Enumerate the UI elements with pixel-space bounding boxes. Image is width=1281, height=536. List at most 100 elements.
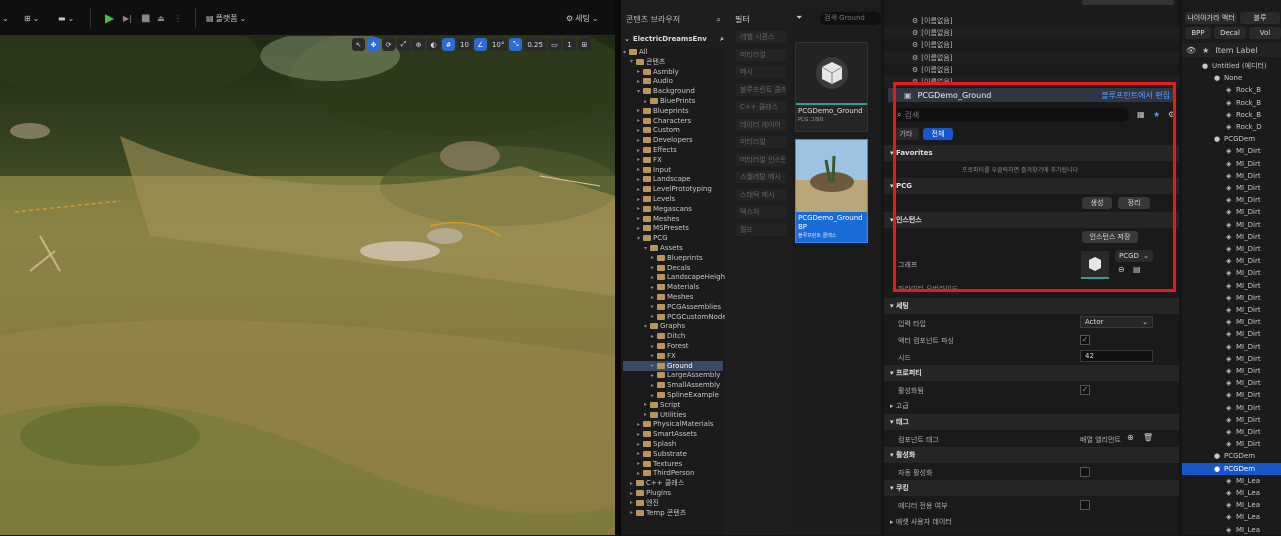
tree-folder[interactable]: ▸ C++ 클래스 <box>623 478 684 488</box>
section-pcg[interactable]: ▾ PCG <box>884 178 1179 194</box>
section-properties[interactable]: ▾ 프로퍼티 <box>884 365 1179 381</box>
component-row[interactable]: ⚙ [이름없음] <box>884 27 1179 40</box>
cleanup-button[interactable]: 정리 <box>1118 197 1150 209</box>
tree-folder[interactable]: ▸ Splash <box>623 439 676 449</box>
tree-folder[interactable]: ▸ PhysicalMaterials <box>623 419 714 429</box>
tree-folder[interactable]: ▸ Blueprints <box>623 106 689 116</box>
tree-folder[interactable]: ▸ LevelPrototyping <box>623 184 712 194</box>
outliner-row[interactable]: ● None <box>1182 72 1281 84</box>
filter-chip[interactable]: 레벨 시퀀스 <box>736 31 786 43</box>
camera-speed-icon[interactable]: ▭ <box>547 38 561 51</box>
component-row[interactable]: ⚙ [이름없음] <box>884 76 1179 88</box>
tree-folder[interactable]: ▸ Ground <box>623 360 723 371</box>
outliner-row[interactable]: ● Untitled (에디터) <box>1182 60 1281 72</box>
filter-chip[interactable]: 머티리얼 인스턴스 <box>736 153 786 166</box>
outliner-row[interactable]: ◈ MI_Dirt <box>1182 389 1281 401</box>
component-row[interactable]: ⚙ [이름없음] <box>884 51 1179 64</box>
browse-arrow-icon[interactable]: ⊖ <box>1118 265 1125 274</box>
filter-chip[interactable]: 머티리얼 <box>736 48 786 61</box>
activated-checkbox[interactable]: ✓ <box>1080 385 1090 395</box>
tree-folder[interactable]: ▸ Input <box>623 165 671 175</box>
scale-icon[interactable]: ⤢ <box>397 38 410 51</box>
scale-snap-icon[interactable]: ⤡ <box>509 38 523 51</box>
add-element-icon[interactable]: ⊕ <box>1127 433 1134 442</box>
outliner-row[interactable]: ◈ MI_Dirt <box>1182 206 1281 218</box>
outliner-row[interactable]: ◈ MI_Dirt <box>1182 145 1281 157</box>
tree-folder[interactable]: ▾ Graphs <box>623 321 685 331</box>
tree-folder[interactable]: ▸ Plugins <box>623 488 671 498</box>
asset-search-input[interactable]: 검색 Ground <box>820 12 881 25</box>
edit-in-blueprint-link[interactable]: 블루프린트에서 편집 <box>1101 90 1170 101</box>
tree-folder[interactable]: ▸ Forest <box>623 341 688 351</box>
layout-grid-icon[interactable]: ⊞ <box>577 38 591 51</box>
trash-icon[interactable]: 🗑 <box>1143 433 1153 442</box>
eye-icon[interactable]: 👁 <box>1186 46 1196 55</box>
tree-folder[interactable]: ▸ 엔진 <box>623 498 659 508</box>
details-search-input[interactable]: ⌕ 검색 <box>893 108 1129 122</box>
world-local-icon[interactable]: ⊕ <box>412 38 425 51</box>
star-icon[interactable]: ★ <box>1202 46 1209 55</box>
filter-decal[interactable]: Decal <box>1214 27 1246 39</box>
section-advanced[interactable]: ▸ 고급 <box>884 398 1179 414</box>
tree-root-header[interactable]: ⌄ ElectricDreamsEnv ⌕ <box>624 33 724 45</box>
search-icon[interactable]: ⌕ <box>717 15 721 25</box>
mode-dropdown[interactable]: ⊞ ⌄ <box>24 10 39 26</box>
outliner-row[interactable]: ◈ MI_Dirt <box>1182 267 1281 279</box>
asset-tile-pcg-graph[interactable]: PCGDemo_Ground PCG 그래프 <box>795 42 868 132</box>
filter-chip[interactable]: 메시 <box>736 66 786 78</box>
rotation-snap-value[interactable]: 10° <box>488 38 508 51</box>
outliner-row[interactable]: ◈ MI_Dirt <box>1182 182 1281 194</box>
niagara-actor-button[interactable]: 나이아가라 액터 <box>1185 12 1237 24</box>
tree-folder[interactable]: ▸ Textures <box>623 459 682 469</box>
content-browser-tab[interactable]: 콘텐츠 브라우저 ⌕ <box>626 14 721 25</box>
grid-snap-icon[interactable]: # <box>442 38 455 51</box>
star-icon[interactable]: ★ <box>1153 110 1160 119</box>
outliner-row[interactable]: ◈ Rock_B <box>1182 84 1281 96</box>
tree-folder[interactable]: ▸ Utilities <box>623 410 686 420</box>
outliner-row[interactable]: ◈ MI_Dirt <box>1182 280 1281 292</box>
outliner-row[interactable]: ◈ MI_Dirt <box>1182 255 1281 267</box>
outliner-row[interactable]: ◈ MI_Dirt <box>1182 194 1281 206</box>
filter-chip[interactable]: 텍스처 <box>736 206 786 218</box>
tree-folder[interactable]: ▸ LargeAssembly <box>623 370 720 380</box>
item-label-column[interactable]: Item Label <box>1215 46 1257 55</box>
filter-icon[interactable]: ⏷ <box>796 13 802 23</box>
scale-snap-value[interactable]: 0.25 <box>524 38 546 51</box>
auto-activate-checkbox[interactable] <box>1080 467 1090 477</box>
chevron-down-icon[interactable]: ⌄ <box>2 10 9 26</box>
outliner-row[interactable]: ◈ MI_Lea <box>1182 487 1281 499</box>
tree-folder[interactable]: ▾ Background <box>623 86 695 96</box>
filter-chip[interactable]: 데이터 레이어 <box>736 118 786 131</box>
skip-frame-icon[interactable]: ▶| <box>123 10 132 26</box>
blueprint-filter-button[interactable]: 블루 <box>1240 12 1280 24</box>
outliner-row[interactable]: ◈ MI_Dirt <box>1182 341 1281 353</box>
outliner-row[interactable]: ◈ MI_Lea <box>1182 511 1281 523</box>
tree-folder[interactable]: ▸ Blueprints <box>623 253 703 263</box>
tree-folder[interactable]: ▸ Materials <box>623 282 699 292</box>
tree-folder[interactable]: ▸ Temp 콘텐츠 <box>623 508 686 518</box>
stop-icon[interactable]: ■ <box>141 10 150 26</box>
generate-button[interactable]: 생성 <box>1082 197 1112 209</box>
filter-chip[interactable]: 머티리얼 <box>736 136 786 148</box>
settings-dropdown[interactable]: ⚙ 세팅 ⌄ <box>566 10 599 26</box>
platforms-dropdown[interactable]: ▤ 플랫폼 ⌄ <box>206 10 246 26</box>
outliner-row[interactable]: ● PCGDem <box>1182 133 1281 145</box>
tree-folder[interactable]: ▸ Script <box>623 400 680 410</box>
tree-folder[interactable]: ▸ Meshes <box>623 292 693 302</box>
outliner-row[interactable]: ● PCGDem <box>1182 462 1281 475</box>
component-row[interactable]: ⚙ [이름없음] <box>884 15 1179 27</box>
outliner-row[interactable]: ◈ MI_Dirt <box>1182 292 1281 304</box>
outliner-row[interactable]: ◈ MI_Dirt <box>1182 426 1281 438</box>
outliner-row[interactable]: ◈ MI_Dirt <box>1182 316 1281 328</box>
tree-folder[interactable]: ▸ PCGAssemblies <box>623 302 721 312</box>
tree-folder[interactable]: ▸ Meshes <box>623 214 679 224</box>
translate-icon[interactable]: ✥ <box>367 38 380 51</box>
outliner-row[interactable]: ◈ MI_Lea <box>1182 524 1281 536</box>
tab-all[interactable]: 전체 <box>923 128 953 140</box>
tree-folder[interactable]: ▸ Developers <box>623 135 693 145</box>
outliner-row[interactable]: ◈ Rock_B <box>1182 109 1281 121</box>
tree-folder[interactable]: ▸ SplineExample <box>623 390 719 400</box>
tree-folder[interactable]: ▸ FX <box>623 351 676 361</box>
tree-folder[interactable]: ▸ SmallAssembly <box>623 380 720 390</box>
tree-folder[interactable]: ▸ Substrate <box>623 449 687 459</box>
